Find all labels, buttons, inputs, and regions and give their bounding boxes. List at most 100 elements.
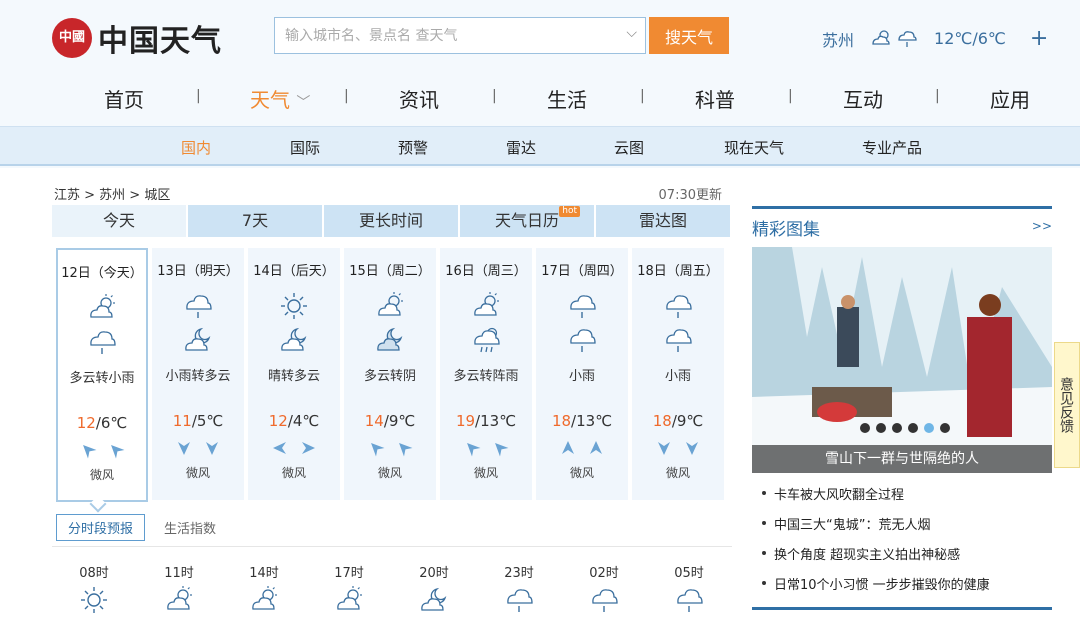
tab-longer[interactable]: 更长时间 — [324, 205, 460, 237]
wind-arrow-icon — [204, 440, 220, 458]
day-card[interactable]: 15日（周二） 多云转阴 14/9℃ 微风 — [344, 248, 436, 500]
carousel-dot[interactable] — [876, 423, 886, 433]
subnav-warning[interactable]: 预警 — [398, 137, 428, 158]
chevron-down-icon[interactable]: ⌵ — [626, 25, 637, 41]
divider — [52, 546, 732, 547]
gallery-title: 精彩图集 — [752, 220, 820, 240]
wind-direction-icons — [344, 440, 436, 458]
nav-interact[interactable]: 互动 — [843, 84, 883, 113]
sun-icon — [54, 585, 134, 615]
day-description: 多云转阴 — [363, 369, 416, 384]
update-time: 07:30更新 — [658, 188, 722, 203]
wind-arrow-icon — [272, 440, 288, 458]
detail-tabs: 分时段预报 生活指数 — [56, 513, 235, 541]
day-description: 多云转小雨 — [69, 371, 135, 386]
carousel-dot[interactable] — [940, 423, 950, 433]
day-card[interactable]: 13日（明天） 小雨转多云 11/5℃ 微风 — [152, 248, 244, 500]
day-description: 晴转多云 — [267, 369, 320, 384]
gallery-more-link[interactable]: >> — [1032, 219, 1052, 233]
day-card[interactable]: 14日（后天） 晴转多云 12/4℃ 微风 — [248, 248, 340, 500]
nav-divider: | — [196, 88, 201, 104]
nav-apps[interactable]: 应用 — [990, 84, 1030, 113]
day-date: 13日（明天） — [157, 264, 239, 279]
partly-cloudy-icon — [139, 585, 219, 613]
news-item[interactable]: 卡车被大风吹翻全过程 — [760, 484, 1050, 503]
tab-life-index[interactable]: 生活指数 — [153, 515, 227, 540]
current-weather-icons — [870, 29, 918, 49]
day-card[interactable]: 16日（周三） 多云转阵雨 19/13℃ 微风 — [440, 248, 532, 500]
nav-weather-label: 天气 — [250, 88, 290, 112]
tab-7days[interactable]: 7天 — [188, 205, 324, 237]
subnav-international[interactable]: 国际 — [290, 137, 320, 158]
carousel-dot[interactable] — [892, 423, 902, 433]
subnav-now[interactable]: 现在天气 — [724, 137, 784, 158]
subnav-pro[interactable]: 专业产品 — [862, 137, 922, 158]
temp-low: /9℃ — [671, 412, 704, 430]
wind-arrow-icon — [300, 440, 316, 458]
wind-arrow-icon — [176, 440, 192, 458]
gallery-caption[interactable]: 雪山下一群与世隔绝的人 — [752, 445, 1052, 473]
wind-arrow-icon — [588, 440, 604, 458]
hour-label: 11时 — [164, 566, 194, 581]
temp-low: /9℃ — [383, 412, 416, 430]
hour-label: 08时 — [79, 566, 109, 581]
hour-label: 20时 — [419, 566, 449, 581]
hour-column: 08时 — [54, 562, 134, 615]
nav-science[interactable]: 科普 — [695, 84, 735, 113]
day-card-selected[interactable]: 12日（今天） 多云转小雨 12/6℃ 微风 — [56, 248, 148, 502]
wind-direction-icons — [152, 440, 244, 458]
news-item[interactable]: 日常10个小习惯 一步步摧毁你的健康 — [760, 574, 1050, 593]
sun-icon — [248, 291, 340, 321]
tab-radar-map[interactable]: 雷达图 — [596, 205, 732, 237]
news-item[interactable]: 中国三大“鬼城”：荒无人烟 — [760, 514, 1050, 533]
wind-direction-icons — [248, 440, 340, 458]
carousel-dots — [860, 423, 950, 433]
temp-low: /6℃ — [95, 414, 128, 432]
rain-icon — [632, 291, 724, 321]
feedback-button[interactable]: 意见反馈 — [1054, 342, 1080, 468]
add-city-icon[interactable]: + — [1030, 26, 1048, 51]
day-card[interactable]: 17日（周四） 小雨 18/13℃ 微风 — [536, 248, 628, 500]
hour-column: 17时 — [309, 562, 389, 613]
day-date: 16日（周三） — [445, 264, 527, 279]
search-button[interactable]: 搜天气 — [649, 17, 729, 54]
subnav-domestic[interactable]: 国内 — [181, 137, 211, 158]
day-temperature: 18/9℃ — [632, 412, 724, 430]
partly-cloudy-night-icon — [152, 325, 244, 355]
partly-cloudy-night-icon — [248, 325, 340, 355]
subnav-cloud[interactable]: 云图 — [614, 137, 644, 158]
overcast-night-icon — [344, 325, 436, 355]
partly-cloudy-night-icon — [394, 585, 474, 613]
wind-level: 微风 — [665, 466, 690, 480]
photo-scene — [752, 247, 1052, 473]
temp-low: /4℃ — [287, 412, 320, 430]
day-temperature: 12/4℃ — [248, 412, 340, 430]
nav-weather[interactable]: 天气 ﹀ — [250, 84, 310, 113]
tab-calendar[interactable]: 天气日历 hot — [460, 205, 596, 237]
nav-home[interactable]: 首页 — [104, 84, 144, 113]
nav-news[interactable]: 资讯 — [399, 84, 439, 113]
carousel-dot[interactable] — [860, 423, 870, 433]
partly-cloudy-icon — [872, 29, 890, 45]
search-input[interactable] — [275, 18, 605, 53]
subnav-radar[interactable]: 雷达 — [506, 137, 536, 158]
site-logo[interactable]: 中國 中国天气 — [52, 16, 222, 60]
day-card[interactable]: 18日（周五） 小雨 18/9℃ 微风 — [632, 248, 724, 500]
news-item[interactable]: 换个角度 超现实主义拍出神秘感 — [760, 544, 1050, 563]
tab-hourly[interactable]: 分时段预报 — [56, 513, 146, 541]
gallery-photo[interactable]: 雪山下一群与世隔绝的人 — [752, 247, 1052, 473]
logo-text: 中国天气 — [98, 24, 222, 59]
carousel-dot-active[interactable] — [924, 423, 934, 433]
day-description: 小雨 — [664, 369, 691, 384]
hour-label: 02时 — [589, 566, 619, 581]
day-date: 17日（周四） — [541, 264, 623, 279]
current-city[interactable]: 苏州 — [822, 27, 854, 51]
carousel-dot[interactable] — [908, 423, 918, 433]
breadcrumb[interactable]: 江苏 > 苏州 > 城区 — [54, 184, 170, 203]
tab-today[interactable]: 今天 — [52, 205, 188, 237]
nav-divider: | — [935, 88, 940, 104]
nav-life[interactable]: 生活 — [547, 84, 587, 113]
wind-arrow-icon — [492, 440, 509, 458]
header: 中國 中国天气 ⌵ 搜天气 苏州 12℃/6℃ + 首页 | 天气 ﹀ | 资讯… — [0, 0, 1080, 168]
search-box: ⌵ — [274, 17, 646, 54]
